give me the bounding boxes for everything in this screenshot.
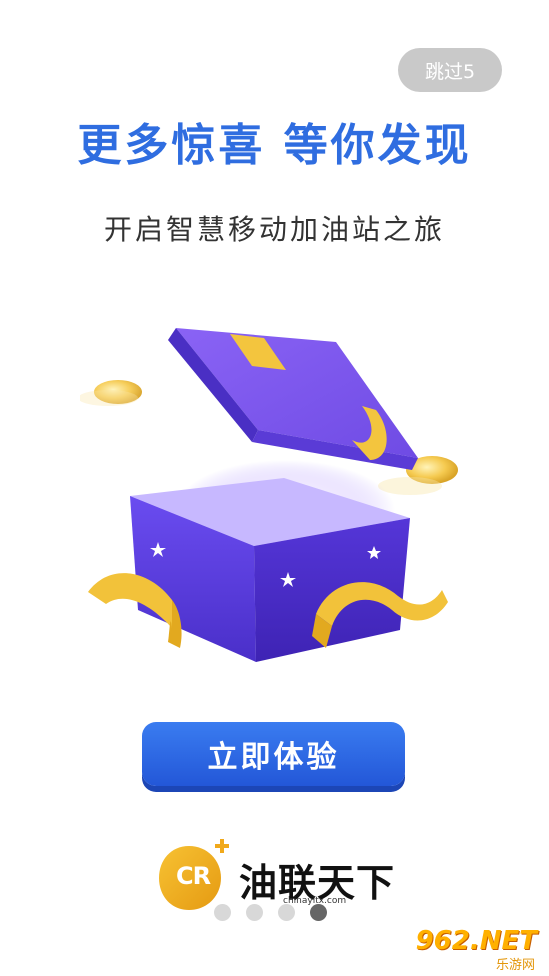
watermark-main: 962.NET: [415, 926, 537, 956]
pagination-dot[interactable]: [278, 904, 295, 921]
experience-now-label: 立即体验: [207, 740, 340, 775]
pagination-dots: [214, 904, 334, 922]
gold-coin-icon: [80, 380, 142, 406]
pagination-dot[interactable]: [246, 904, 263, 921]
watermark: 962.NET 乐游网: [413, 926, 541, 973]
gift-box-illustration: [80, 328, 458, 662]
skip-button[interactable]: 跳过5: [398, 48, 502, 92]
subtitle: 开启智慧移动加油站之旅: [103, 213, 445, 246]
skip-button-label: 跳过5: [424, 60, 476, 83]
pagination-dot-active[interactable]: [310, 904, 327, 921]
pagination-dot[interactable]: [214, 904, 231, 921]
watermark-sub: 乐游网: [495, 958, 535, 973]
headline: 更多惊喜 等你发现: [77, 120, 472, 171]
brand-logo-text: CR: [175, 862, 211, 890]
experience-now-button[interactable]: 立即体验: [142, 722, 405, 786]
